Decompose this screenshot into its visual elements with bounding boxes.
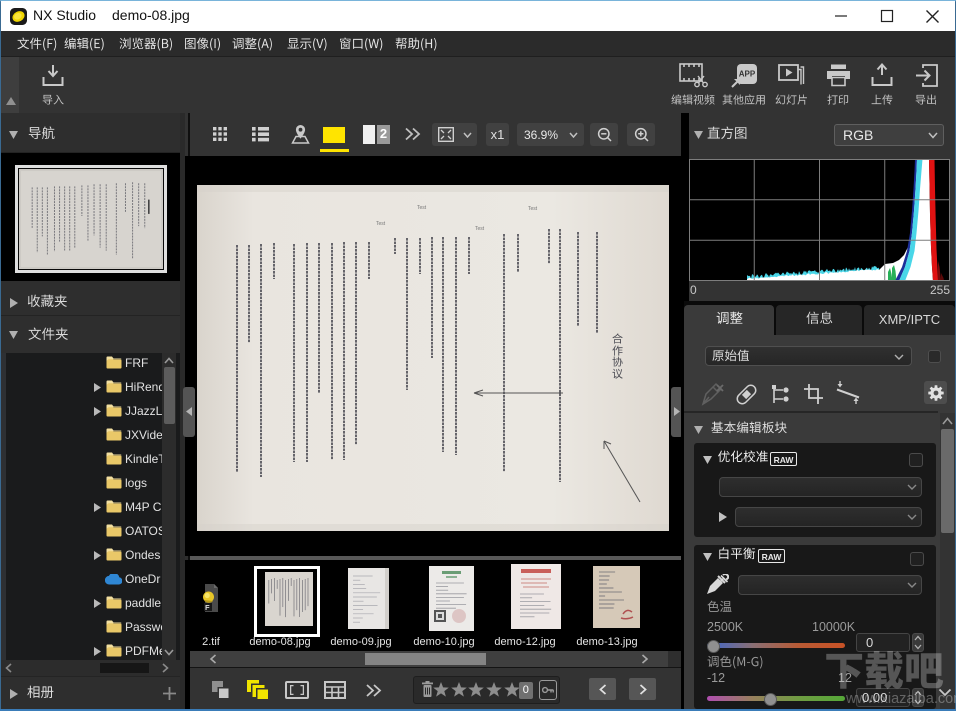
svg-text:APP: APP bbox=[739, 70, 756, 79]
svg-text:Test: Test bbox=[528, 206, 538, 212]
svg-text:Test: Test bbox=[417, 205, 427, 211]
svg-text:F: F bbox=[205, 603, 210, 612]
svg-text:Test: Test bbox=[475, 226, 485, 232]
svg-text:Test: Test bbox=[376, 221, 386, 227]
